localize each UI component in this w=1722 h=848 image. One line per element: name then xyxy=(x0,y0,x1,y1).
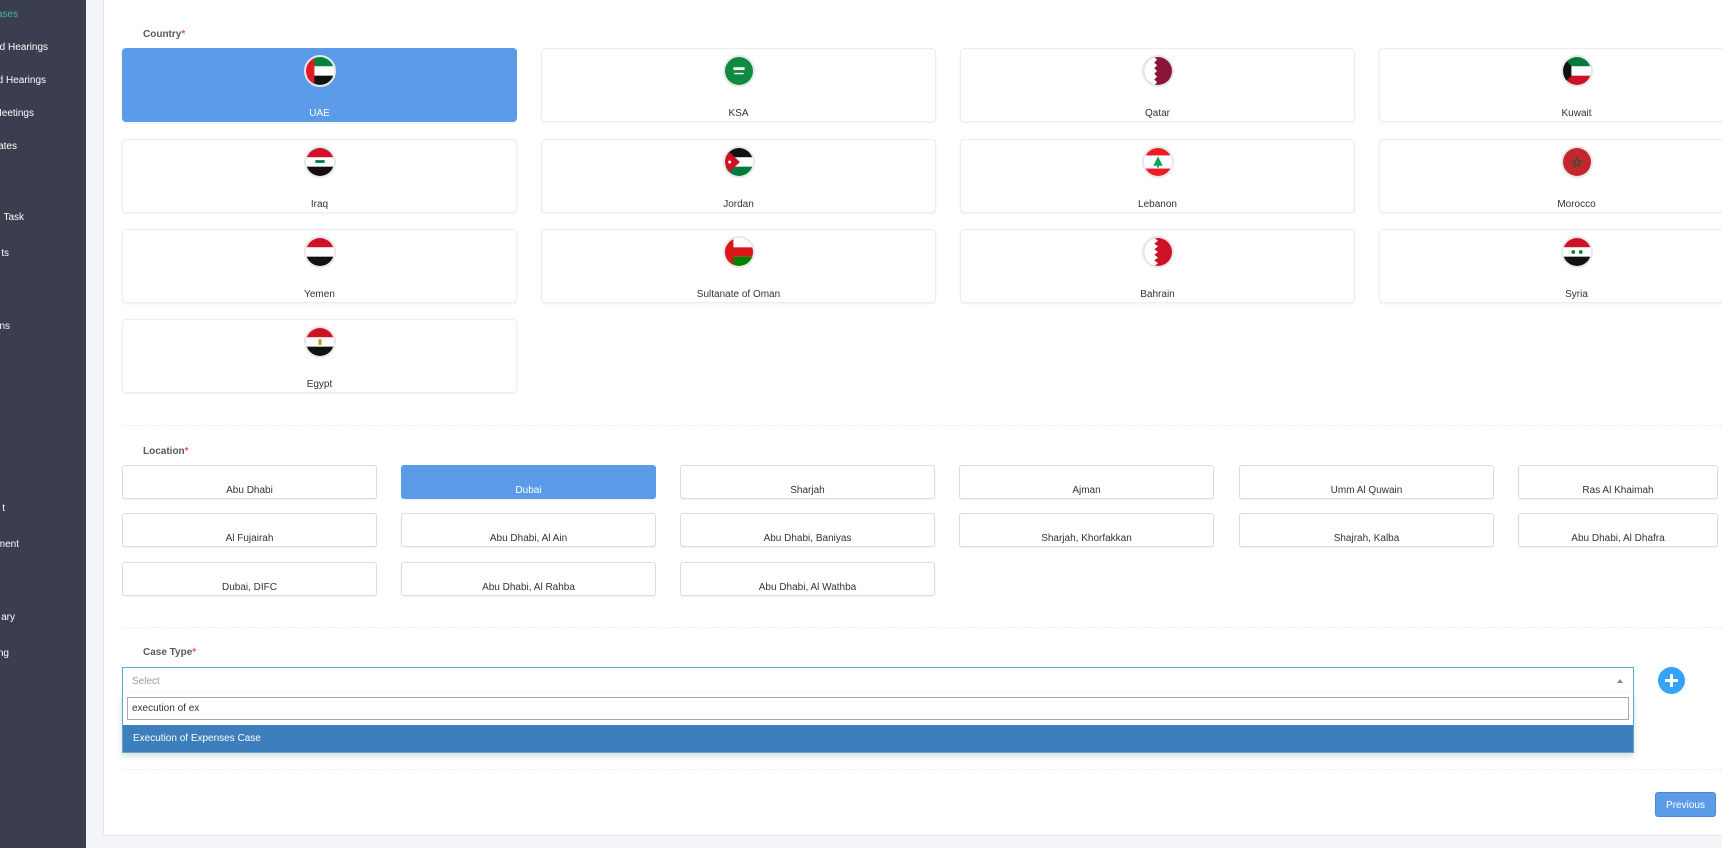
country-name: Morocco xyxy=(1557,199,1596,210)
syria-flag-icon xyxy=(1560,236,1593,268)
sidebar-item-hearings[interactable]: d Hearings xyxy=(0,42,48,53)
ksa-flag-icon xyxy=(722,55,755,87)
location-abu-dhabi-al-dhafra[interactable]: Abu Dhabi, Al Dhafra xyxy=(1518,513,1718,547)
country-name: Kuwait xyxy=(1561,108,1592,119)
sidebar-item-meetings[interactable]: Meetings xyxy=(0,108,34,119)
country-card-oman[interactable]: Sultanate of Oman xyxy=(541,229,936,303)
case-type-search-input[interactable] xyxy=(127,697,1629,720)
lebanon-flag-icon xyxy=(1141,146,1174,178)
kuwait-flag-icon xyxy=(1560,55,1593,87)
iraq-flag-icon xyxy=(303,146,336,178)
location-dubai[interactable]: Dubai xyxy=(401,465,656,499)
country-name: Lebanon xyxy=(1138,199,1177,210)
caret-up-icon xyxy=(1617,679,1623,683)
jordan-flag-icon xyxy=(722,146,755,178)
country-card-iraq[interactable]: Iraq xyxy=(122,139,517,213)
uae-flag-icon xyxy=(303,55,336,87)
qatar-flag-icon xyxy=(1141,55,1174,87)
section-divider xyxy=(122,627,1722,628)
case-type-dropdown: Execution of Expenses Case xyxy=(122,693,1634,753)
country-card-ksa[interactable]: KSA xyxy=(541,48,936,122)
sidebar-item-updates[interactable]: ates xyxy=(0,141,17,152)
section-divider xyxy=(122,425,1722,426)
country-name: Qatar xyxy=(1144,108,1170,119)
oman-flag-icon xyxy=(722,236,755,268)
previous-button[interactable]: Previous xyxy=(1655,792,1716,817)
country-card-syria[interactable]: Syria xyxy=(1379,229,1722,303)
sidebar-item-client[interactable]: t xyxy=(2,503,5,514)
location-label: Location* xyxy=(143,446,189,457)
yemen-flag-icon xyxy=(303,236,336,268)
country-name: KSA xyxy=(728,108,749,119)
country-name: Iraq xyxy=(310,199,329,210)
location-sharjah[interactable]: Sharjah xyxy=(680,465,935,499)
case-type-label: Case Type* xyxy=(143,647,197,658)
sidebar-item-management[interactable]: ment xyxy=(0,539,19,550)
country-card-morocco[interactable]: Morocco xyxy=(1379,139,1722,213)
country-card-kuwait[interactable]: Kuwait xyxy=(1379,48,1722,122)
country-name: UAE xyxy=(309,108,330,119)
country-label: Country* xyxy=(143,29,186,40)
country-card-egypt[interactable]: Egypt xyxy=(122,319,517,393)
section-divider xyxy=(122,769,1722,770)
location-abu-dhabi-al-rahba[interactable]: Abu Dhabi, Al Rahba xyxy=(401,562,656,596)
sidebar-item-library[interactable]: ary xyxy=(1,612,15,623)
country-name: Sultanate of Oman xyxy=(696,289,781,300)
sidebar-item-settings[interactable]: ng xyxy=(0,648,9,659)
sidebar-item-notifications[interactable]: ns xyxy=(0,321,10,332)
location-al-fujairah[interactable]: Al Fujairah xyxy=(122,513,377,547)
sidebar-item-task[interactable]: Task xyxy=(3,212,24,223)
location-abu-dhabi-al-wathba[interactable]: Abu Dhabi, Al Wathba xyxy=(680,562,935,596)
country-name: Egypt xyxy=(306,379,333,390)
sidebar-item-hearings-2[interactable]: d Hearings xyxy=(0,75,46,86)
country-name: Syria xyxy=(1565,289,1588,300)
location-ras-al-khaimah[interactable]: Ras Al Khaimah xyxy=(1518,465,1718,499)
location-abu-dhabi[interactable]: Abu Dhabi xyxy=(122,465,377,499)
country-name: Jordan xyxy=(723,199,754,210)
country-card-uae[interactable]: UAE xyxy=(122,48,517,122)
case-type-option[interactable]: Execution of Expenses Case xyxy=(123,725,1633,752)
location-dubai-difc[interactable]: Dubai, DIFC xyxy=(122,562,377,596)
location-abu-dhabi-baniyas[interactable]: Abu Dhabi, Baniyas xyxy=(680,513,935,547)
sidebar: ases d Hearings d Hearings Meetings ates… xyxy=(0,0,86,848)
country-name: Bahrain xyxy=(1140,289,1175,300)
country-card-yemen[interactable]: Yemen xyxy=(122,229,517,303)
location-ajman[interactable]: Ajman xyxy=(959,465,1214,499)
location-shajrah-kalba[interactable]: Shajrah, Kalba xyxy=(1239,513,1494,547)
location-umm-al-quwain[interactable]: Umm Al Quwain xyxy=(1239,465,1494,499)
country-card-bahrain[interactable]: Bahrain xyxy=(960,229,1355,303)
country-card-qatar[interactable]: Qatar xyxy=(960,48,1355,122)
sidebar-item-cases[interactable]: ases xyxy=(0,9,18,20)
case-type-placeholder: Select xyxy=(132,676,160,687)
country-card-jordan[interactable]: Jordan xyxy=(541,139,936,213)
location-abu-dhabi-al-ain[interactable]: Abu Dhabi, Al Ain xyxy=(401,513,656,547)
add-case-type-button[interactable] xyxy=(1658,667,1685,694)
case-type-select[interactable]: Select xyxy=(122,667,1634,694)
bahrain-flag-icon xyxy=(1141,236,1174,268)
sidebar-item-documents[interactable]: ts xyxy=(1,248,9,259)
morocco-flag-icon xyxy=(1560,146,1593,178)
location-sharjah-khorfakkan[interactable]: Sharjah, Khorfakkan xyxy=(959,513,1214,547)
egypt-flag-icon xyxy=(303,326,336,358)
country-name: Yemen xyxy=(304,289,335,300)
country-card-lebanon[interactable]: Lebanon xyxy=(960,139,1355,213)
